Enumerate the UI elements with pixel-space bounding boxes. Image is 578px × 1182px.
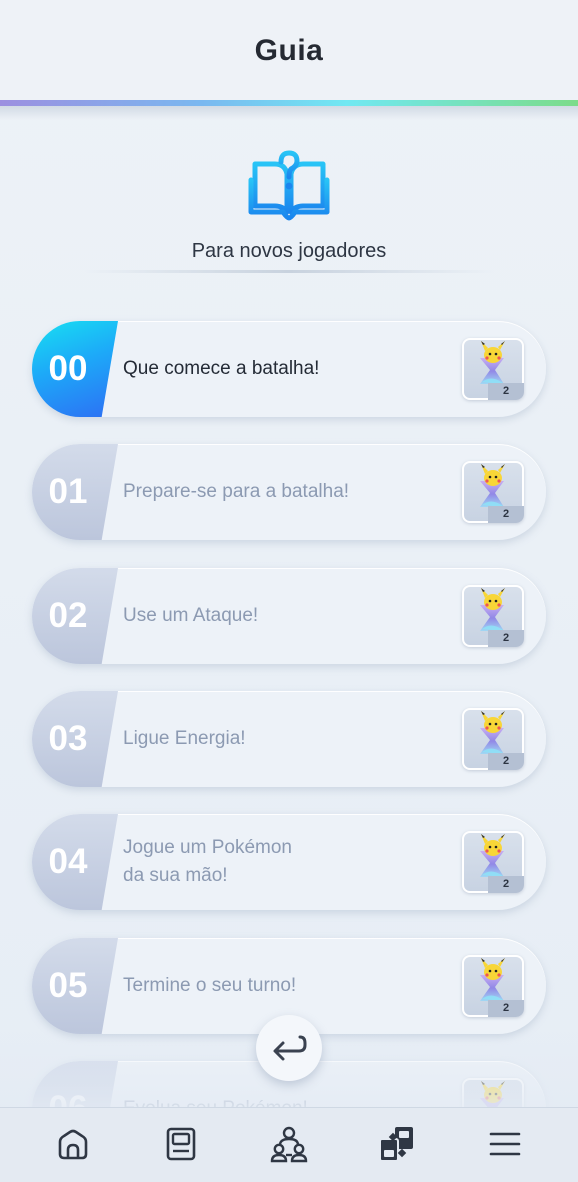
lesson-number: 04 — [48, 842, 88, 881]
reward-item: 2 — [462, 461, 524, 523]
nav-decks[interactable] — [375, 1122, 419, 1166]
lesson-title: Ligue Energia! — [123, 728, 246, 749]
home-icon — [58, 1129, 88, 1160]
lesson-card-03[interactable]: 03 Ligue Energia! 2 — [32, 691, 546, 787]
reward-item: 2 — [462, 831, 524, 893]
reward-item: 2 — [462, 708, 524, 770]
lesson-title: Que comece a batalha! — [123, 358, 320, 379]
bottom-nav — [0, 1107, 578, 1182]
decks-icon — [379, 1127, 413, 1162]
lesson-number: 01 — [48, 472, 88, 511]
reward-count: 2 — [488, 383, 524, 400]
reward-item: 2 — [462, 585, 524, 647]
lesson-card-01[interactable]: 01 Prepare-se para a batalha! 2 — [32, 444, 546, 540]
lesson-title: Prepare-se para a batalha! — [123, 481, 350, 502]
reward-item: 2 — [462, 338, 524, 400]
lesson-title: Jogue um Pokémon da sua mão! — [123, 837, 292, 886]
reward-count: 2 — [488, 1000, 524, 1017]
reward-count: 2 — [488, 876, 524, 893]
section-divider — [84, 270, 494, 273]
nav-menu[interactable] — [483, 1122, 527, 1166]
nav-social[interactable] — [267, 1122, 311, 1166]
lesson-number: 05 — [48, 966, 88, 1005]
lesson-card-04[interactable]: 04 Jogue um Pokémon da sua mão! 2 — [32, 814, 546, 910]
lesson-number: 03 — [48, 719, 88, 758]
question-book-icon — [248, 150, 330, 221]
lesson-title: Use um Ataque! — [123, 605, 259, 626]
back-arrow-icon — [273, 1035, 307, 1061]
nav-binder[interactable] — [159, 1122, 203, 1166]
back-button[interactable] — [256, 1015, 322, 1081]
lesson-card-02[interactable]: 02 Use um Ataque! 2 — [32, 568, 546, 664]
lesson-card-00[interactable]: 00 Que comece a batalha! 2 — [32, 321, 546, 417]
reward-count: 2 — [488, 506, 524, 523]
reward-count: 2 — [488, 630, 524, 647]
lesson-number: 02 — [48, 596, 88, 635]
lesson-number: 00 — [48, 349, 88, 388]
social-icon — [270, 1126, 308, 1163]
lesson-list[interactable]: Para novos jogadores 00 Que comece a bata… — [0, 0, 578, 1107]
binder-icon — [166, 1127, 196, 1161]
nav-home[interactable] — [51, 1122, 95, 1166]
section-title: Para novos jogadores — [191, 240, 387, 262]
reward-count: 2 — [488, 753, 524, 770]
reward-item: 2 — [462, 955, 524, 1017]
menu-icon — [489, 1132, 521, 1156]
